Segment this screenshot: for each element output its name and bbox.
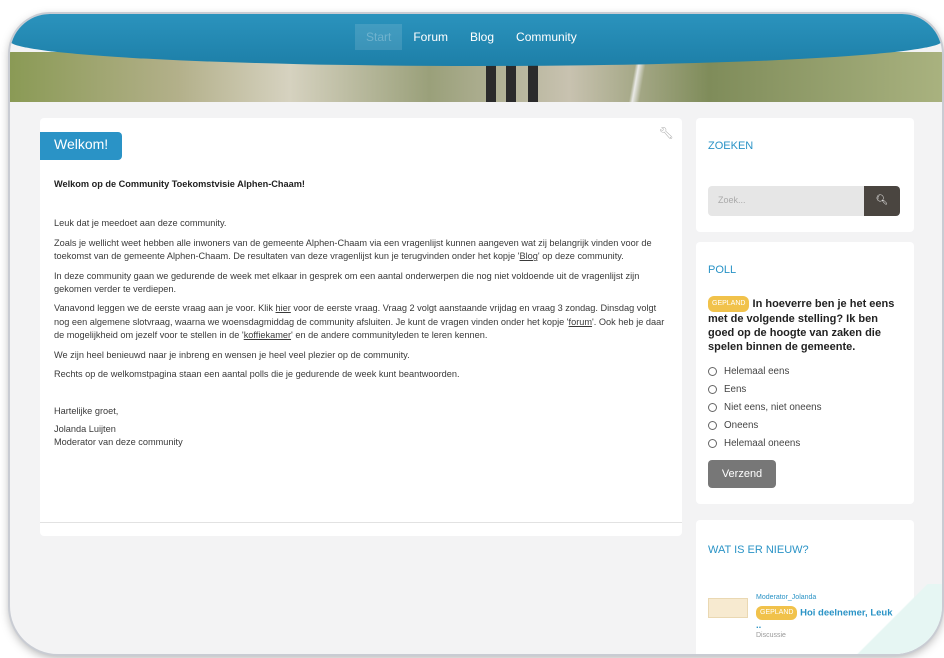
welcome-title: Welkom op de Community Toekomstvisie Alp…: [54, 179, 305, 189]
welcome-paragraph-3: In deze community gaan we gedurende de w…: [54, 270, 640, 295]
welcome-card: Welkom! 🔧︎ Welkom op de Community Toekom…: [40, 118, 682, 536]
poll-option[interactable]: Oneens: [708, 416, 822, 434]
poll-option[interactable]: Niet eens, niet oneens: [708, 398, 822, 416]
welcome-tab: Welkom!: [40, 132, 123, 160]
forum-link[interactable]: forum: [569, 317, 593, 327]
status-badge: GEPLAND: [708, 296, 750, 312]
signature: Hartelijke groet, Jolanda Luijten Modera…: [54, 405, 666, 449]
main-nav: Start Forum Blog Community: [355, 24, 588, 50]
signature-greeting: Hartelijke groet,: [54, 406, 119, 417]
welcome-paragraph-1: Leuk dat je meedoet aan deze community.: [54, 218, 227, 229]
submit-button[interactable]: Verzend: [708, 460, 776, 488]
news-thumbnail[interactable]: [708, 598, 748, 618]
radio-button[interactable]: [708, 438, 717, 448]
nav-item-forum[interactable]: Forum: [402, 24, 459, 50]
wrench-icon[interactable]: 🔧︎: [659, 126, 674, 140]
poll-question: GEPLAND In hoeverre ben je het eens met …: [708, 296, 895, 353]
poll-option[interactable]: Helemaal eens: [708, 362, 822, 380]
nav-item-community[interactable]: Community: [505, 24, 588, 50]
poll-title: POLL: [708, 264, 737, 276]
news-title: WAT IS ER NIEUW?: [708, 544, 809, 556]
poll-widget: POLL GEPLAND In hoeverre ben je het eens…: [696, 242, 914, 504]
welcome-content: Welkom op de Community Toekomstvisie Alp…: [54, 178, 666, 454]
signature-role: Moderator van deze community: [54, 437, 183, 448]
search-widget: ZOEKEN Zoek... 🔍︎: [696, 118, 914, 232]
poll-options: Helemaal eens Eens Niet eens, niet oneen…: [708, 362, 822, 452]
poll-option[interactable]: Helemaal oneens: [708, 434, 822, 452]
corner-decoration: [822, 584, 942, 654]
search-input[interactable]: Zoek...: [708, 186, 864, 216]
search-button[interactable]: 🔍︎: [864, 186, 900, 216]
radio-button[interactable]: [708, 402, 717, 412]
radio-button[interactable]: [708, 384, 717, 394]
welcome-paragraph-5: We zijn heel benieuwd naar je inbreng en…: [54, 349, 410, 360]
welcome-paragraph-6: Rechts op de welkomstpagina staan een aa…: [54, 369, 460, 380]
poll-option[interactable]: Eens: [708, 380, 822, 398]
hier-link[interactable]: hier: [276, 303, 291, 313]
nav-item-blog[interactable]: Blog: [459, 24, 505, 50]
card-divider: [40, 522, 682, 523]
koffiekamer-link[interactable]: koffiekamer: [244, 330, 291, 340]
radio-button[interactable]: [708, 420, 717, 430]
status-badge: GEPLAND: [756, 606, 798, 620]
search-title: ZOEKEN: [708, 140, 754, 152]
search-icon: 🔍︎: [875, 195, 889, 206]
news-item-type: Discussie: [756, 632, 786, 639]
signature-name: Jolanda Luijten: [54, 423, 116, 434]
blog-link[interactable]: Blog: [520, 251, 538, 261]
radio-button[interactable]: [708, 366, 717, 376]
nav-item-start[interactable]: Start: [355, 24, 403, 50]
welcome-paragraph-2: Zoals je wellicht weet hebben alle inwon…: [54, 237, 652, 262]
hero-people: [480, 62, 550, 102]
welcome-paragraph-4: Vanavond leggen we de eerste vraag aan j…: [54, 303, 665, 341]
browser-frame: Start Forum Blog Community Welkom! 🔧︎ We…: [10, 14, 942, 654]
header-bar: Start Forum Blog Community: [10, 14, 942, 66]
news-author[interactable]: Moderator_Jolanda: [756, 594, 816, 601]
